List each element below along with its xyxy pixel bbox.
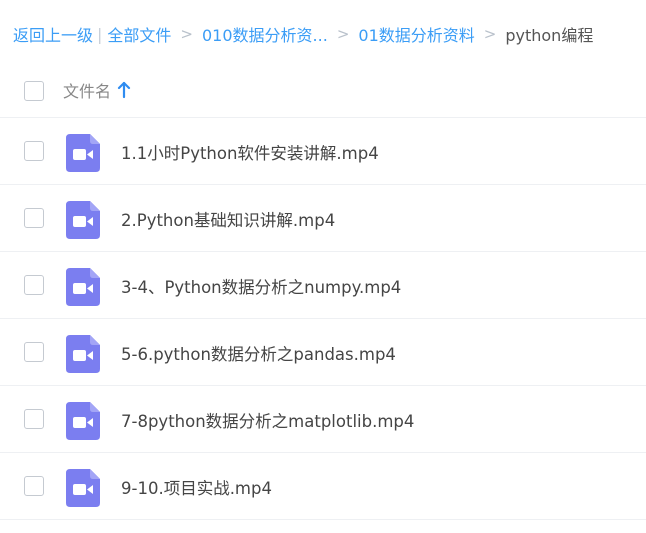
row-checkbox[interactable] <box>24 476 44 496</box>
file-name[interactable]: 5-6.python数据分析之pandas.mp4 <box>121 341 396 365</box>
sort-ascending-icon[interactable] <box>117 81 131 99</box>
file-row[interactable]: 2.Python基础知识讲解.mp4 <box>0 185 646 252</box>
row-checkbox[interactable] <box>24 208 44 228</box>
breadcrumb-item[interactable]: 010数据分析资... <box>202 22 328 46</box>
file-name[interactable]: 2.Python基础知识讲解.mp4 <box>121 207 335 231</box>
video-file-icon <box>66 469 100 507</box>
video-file-icon <box>66 402 100 440</box>
file-row[interactable]: 9-10.项目实战.mp4 <box>0 453 646 520</box>
breadcrumb-chevron-icon: > <box>336 25 350 43</box>
select-all-checkbox[interactable] <box>24 81 44 101</box>
row-checkbox[interactable] <box>24 141 44 161</box>
breadcrumb: 返回上一级 | 全部文件 > 010数据分析资... > 01数据分析资料 > … <box>13 19 593 49</box>
file-row[interactable]: 3-4、Python数据分析之numpy.mp4 <box>0 252 646 319</box>
column-header-label: 文件名 <box>63 82 112 101</box>
breadcrumb-chevron-icon: > <box>483 25 497 43</box>
video-file-icon <box>66 335 100 373</box>
back-link[interactable]: 返回上一级 <box>13 22 93 46</box>
breadcrumb-chevron-icon: > <box>180 25 193 43</box>
breadcrumb-divider: | <box>97 24 103 44</box>
file-row[interactable]: 7-8python数据分析之matplotlib.mp4 <box>0 386 646 453</box>
file-name[interactable]: 9-10.项目实战.mp4 <box>121 475 272 499</box>
file-list: 1.1小时Python软件安装讲解.mp4 2.Python基础知识讲解.mp4… <box>0 118 646 520</box>
file-name[interactable]: 3-4、Python数据分析之numpy.mp4 <box>121 274 401 298</box>
breadcrumb-current: python编程 <box>505 26 594 45</box>
breadcrumb-item[interactable]: 01数据分析资料 <box>358 22 474 46</box>
video-file-icon <box>66 201 100 239</box>
row-checkbox[interactable] <box>24 409 44 429</box>
column-header-filename[interactable]: 文件名 <box>63 78 131 102</box>
video-file-icon <box>66 134 100 172</box>
list-header: 文件名 <box>0 64 646 118</box>
file-row[interactable]: 5-6.python数据分析之pandas.mp4 <box>0 319 646 386</box>
file-row[interactable]: 1.1小时Python软件安装讲解.mp4 <box>0 118 646 185</box>
row-checkbox[interactable] <box>24 275 44 295</box>
row-checkbox[interactable] <box>24 342 44 362</box>
breadcrumb-all-files[interactable]: 全部文件 <box>107 22 171 46</box>
file-name[interactable]: 7-8python数据分析之matplotlib.mp4 <box>121 408 414 432</box>
video-file-icon <box>66 268 100 306</box>
file-name[interactable]: 1.1小时Python软件安装讲解.mp4 <box>121 140 379 164</box>
